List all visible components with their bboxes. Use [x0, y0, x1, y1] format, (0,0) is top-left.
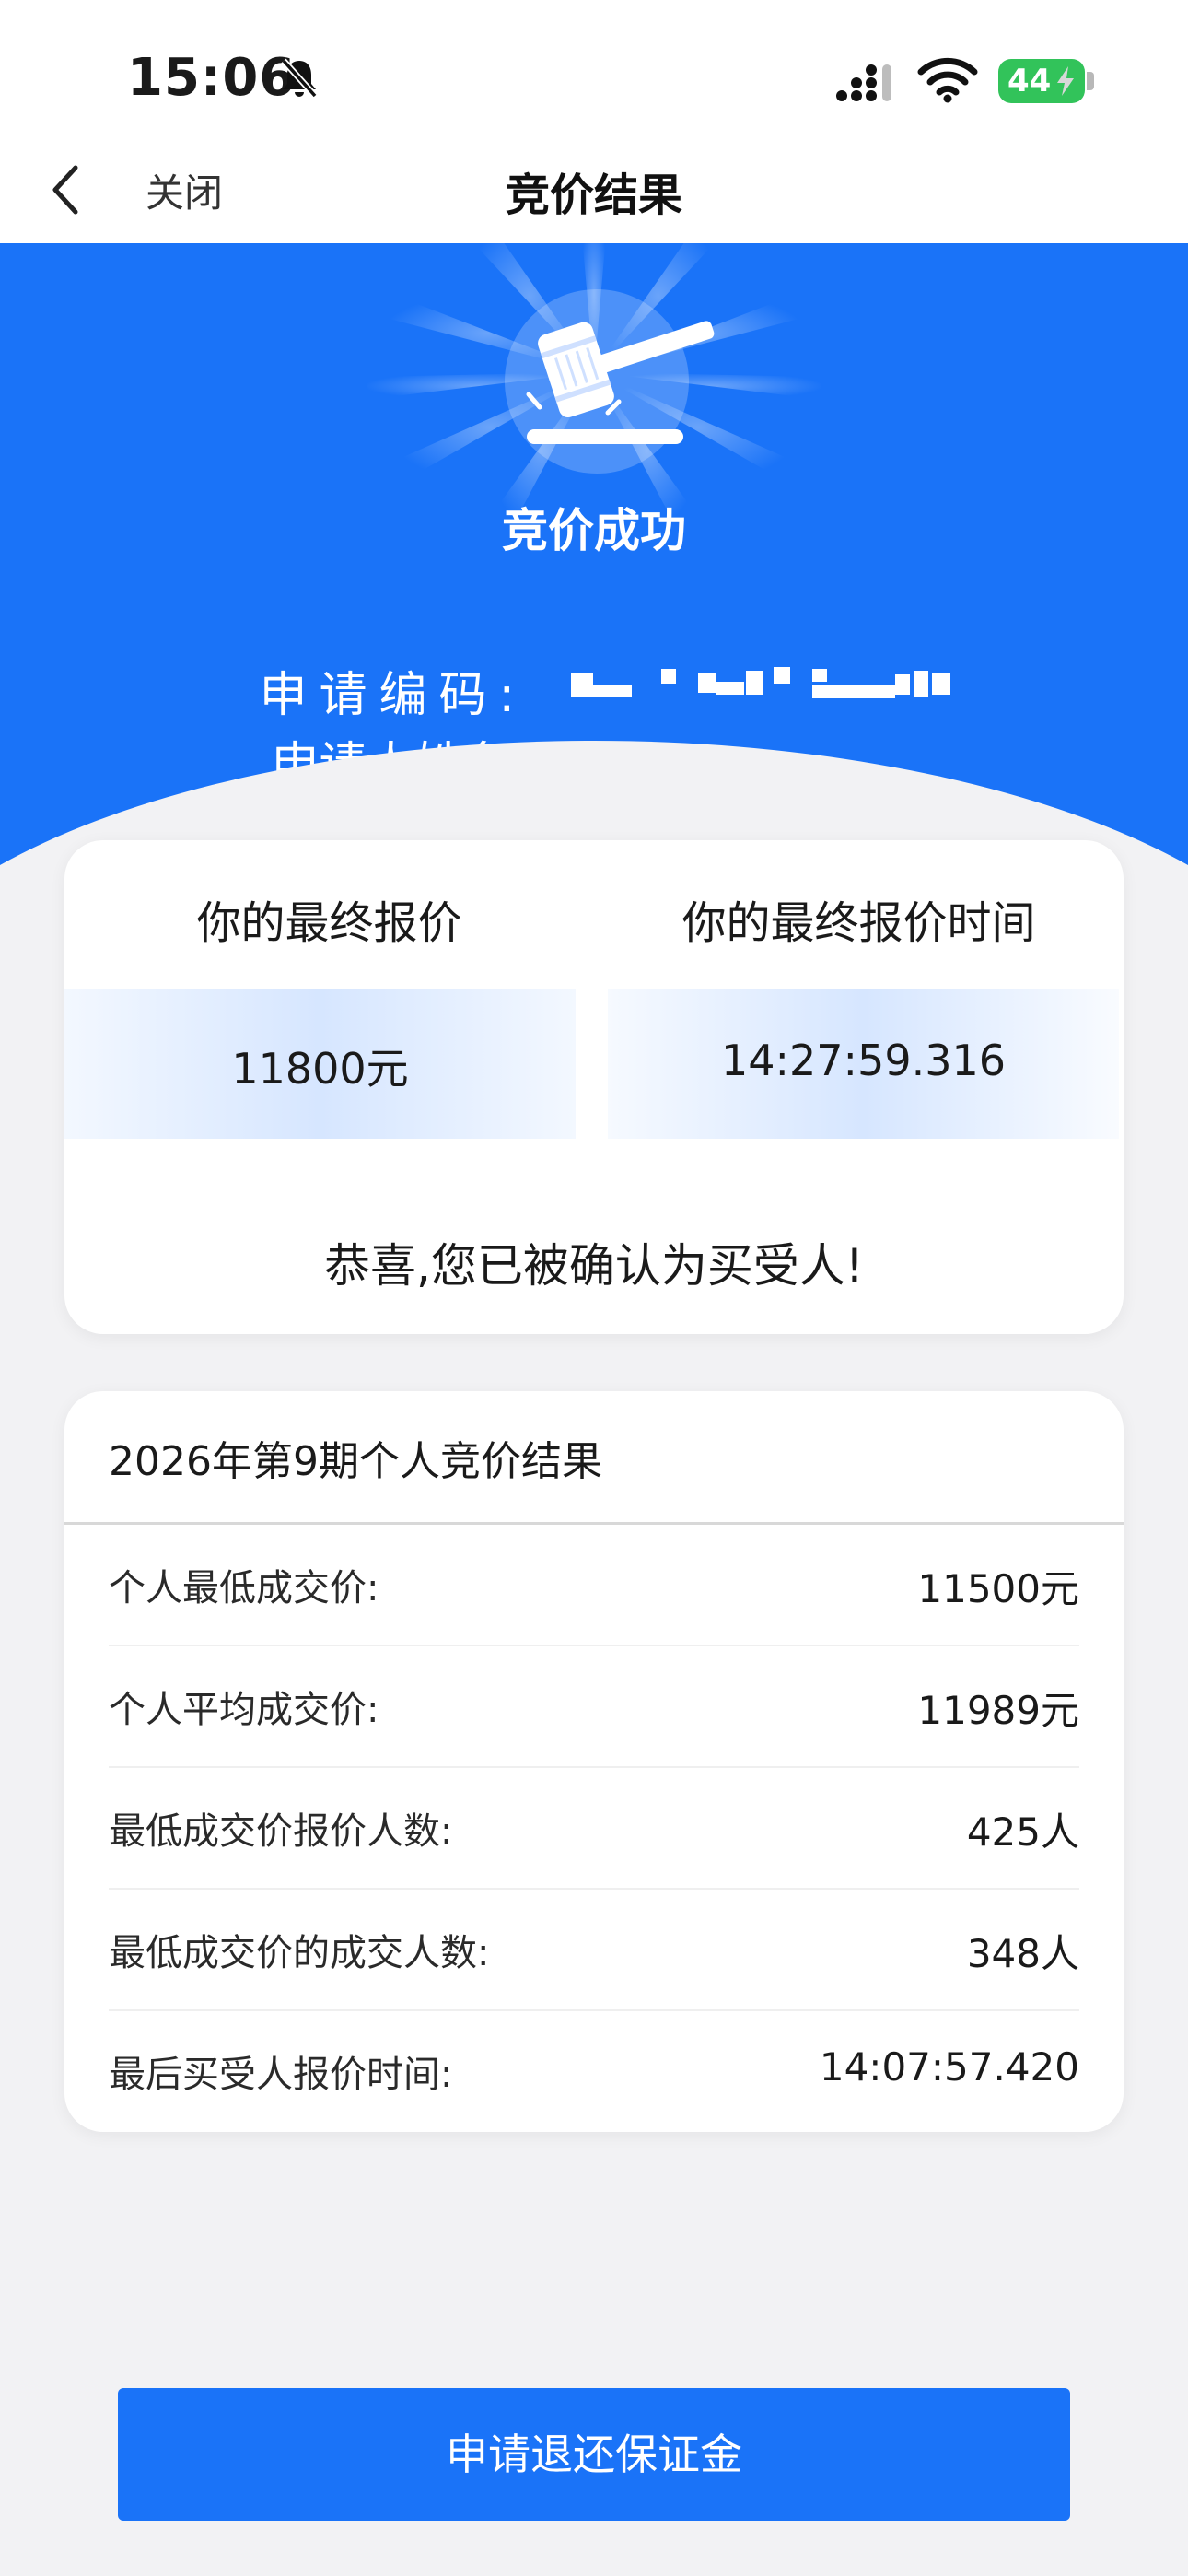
stats-row-last-buyer-time: 最后买受人报价时间: 14:07:57.420: [109, 2011, 1079, 2132]
charging-bolt-icon: [1057, 66, 1074, 96]
stats-value: 425人: [966, 1809, 1079, 1855]
stats-label: 最后买受人报价时间:: [109, 2054, 453, 2096]
stats-row-lowest-price-bidders: 最低成交价报价人数: 425人: [109, 1768, 1079, 1890]
refund-deposit-button[interactable]: 申请退还保证金: [118, 2388, 1070, 2521]
final-bid-band: 11800元: [64, 989, 576, 1139]
congrats-message: 恭喜,您已被确认为买受人!: [324, 1239, 864, 1293]
final-bid-time-band: 14:27:59.316: [608, 989, 1119, 1139]
battery-indicator: 44: [998, 59, 1085, 103]
stats-label: 最低成交价的成交人数:: [109, 1932, 490, 1974]
stats-label: 最低成交价报价人数:: [109, 1810, 453, 1853]
gavel-icon: [526, 321, 715, 444]
stats-row-lowest-price: 个人最低成交价: 11500元: [109, 1525, 1079, 1646]
nav-bar: 竞价结果 关闭: [0, 147, 1188, 243]
final-bid-value: 11800元: [231, 1044, 409, 1094]
bid-success-title: 竞价成功: [502, 504, 686, 557]
wifi-icon: [917, 57, 978, 103]
bid-result-card: 你的最终报价 你的最终报价时间 11800元 14:27:59.316 恭喜,您…: [64, 840, 1124, 1334]
period-result-card: 2026年第9期个人竞价结果 个人最低成交价: 11500元 个人平均成交价: …: [64, 1391, 1124, 2132]
application-code-label: 申请编码:: [259, 668, 527, 723]
application-code-masked: [571, 667, 958, 698]
battery-cap: [1087, 72, 1094, 90]
stats-value: 14:07:57.420: [819, 2044, 1079, 2090]
stats-value: 348人: [966, 1931, 1079, 1976]
chevron-left-icon[interactable]: [46, 158, 83, 221]
final-bid-time-value: 14:27:59.316: [720, 1036, 1007, 1085]
stats-row-lowest-price-deals: 最低成交价的成交人数: 348人: [109, 1890, 1079, 2011]
close-button[interactable]: 关闭: [146, 162, 223, 218]
bell-slash-icon: [281, 58, 318, 99]
period-result-title: 2026年第9期个人竞价结果: [109, 1438, 602, 1485]
status-time: 15:06: [127, 48, 297, 108]
cellular-signal-icon: [836, 64, 891, 101]
stats-label: 个人平均成交价:: [109, 1689, 379, 1731]
final-bid-time-label: 你的最终报价时间: [681, 897, 1036, 949]
status-bar: 15:06 44: [0, 0, 1188, 147]
stats-label: 个人最低成交价:: [109, 1567, 379, 1610]
stats-value: 11500元: [917, 1566, 1079, 1611]
stats-row-average-price: 个人平均成交价: 11989元: [109, 1646, 1079, 1768]
stats-value: 11989元: [917, 1688, 1079, 1733]
final-bid-label: 你的最终报价: [196, 897, 462, 949]
battery-level: 44: [1007, 63, 1052, 100]
